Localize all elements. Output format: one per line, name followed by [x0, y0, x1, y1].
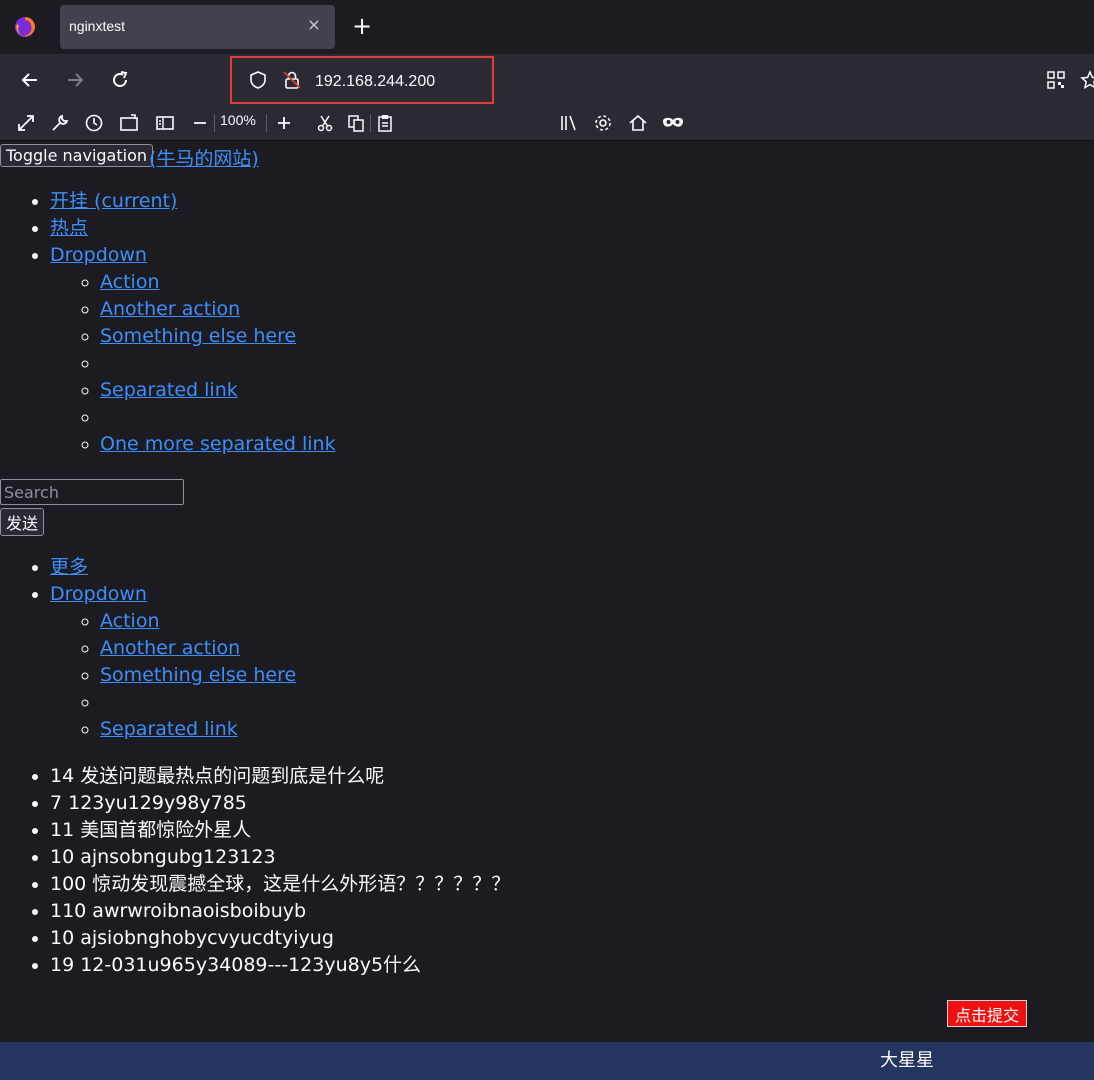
screenshot-icon[interactable] [118, 112, 140, 134]
dropdown-link-something-else[interactable]: Something else here [100, 664, 296, 686]
url-bar[interactable]: 192.168.244.200 [230, 56, 494, 104]
dropdown-link-something-else[interactable]: Something else here [100, 325, 296, 347]
new-tab-button[interactable]: + [350, 14, 374, 38]
brand-link[interactable]: (牛马的网站) [149, 144, 259, 171]
toolbar-separator [214, 114, 215, 132]
firefox-logo-icon[interactable] [14, 16, 36, 38]
dropdown-link-action[interactable]: Action [100, 271, 160, 293]
list-item: 19 12-031u965y34089---123yu8y5什么 [50, 952, 510, 979]
back-button[interactable] [18, 68, 42, 92]
footer: 大星星 [0, 1042, 1094, 1080]
shield-icon[interactable] [248, 70, 268, 90]
dropdown-item: Action [100, 269, 336, 296]
dropdown-link-separated[interactable]: Separated link [100, 379, 238, 401]
toolbar-separator [266, 114, 267, 132]
dropdown-divider [100, 689, 296, 716]
list-item: 14 发送问题最热点的问题到底是什么呢 [50, 763, 510, 790]
dropdown-link-one-more-separated[interactable]: One more separated link [100, 433, 336, 455]
nav-link-dropdown[interactable]: Dropdown [50, 244, 147, 266]
tab-title: nginxtest [69, 18, 126, 34]
tab-bar: nginxtest × + [0, 0, 1094, 54]
list-item: 10 ajnsobngubg123123 [50, 844, 510, 871]
dropdown-container: Action Another action Something else her… [50, 269, 336, 458]
nav-link-more[interactable]: 更多 [50, 556, 88, 578]
settings-gear-icon[interactable] [592, 112, 614, 134]
nav-link-current[interactable]: 开挂 (current) [50, 190, 177, 212]
list-item: 7 123yu129y98y785 [50, 790, 510, 817]
dropdown-divider [100, 350, 336, 377]
primary-nav-list: 开挂 (current) 热点 Dropdown Action Another … [0, 188, 336, 458]
list-item: 110 awrwroibnaoisboibuyb [50, 898, 510, 925]
dropdown-menu: Action Another action Something else her… [50, 269, 336, 458]
bookmark-star-icon[interactable] [1078, 68, 1094, 92]
fullscreen-icon[interactable] [15, 112, 37, 134]
close-tab-icon[interactable]: × [305, 16, 323, 34]
reload-button[interactable] [108, 68, 132, 92]
dropdown-divider [100, 404, 336, 431]
history-clock-icon[interactable] [83, 112, 105, 134]
copy-icon[interactable] [345, 112, 367, 134]
library-icon[interactable] [558, 112, 580, 134]
url-text[interactable]: 192.168.244.200 [315, 73, 435, 91]
paste-icon[interactable] [374, 112, 396, 134]
nav-item-more: 更多 [50, 554, 296, 581]
dropdown-link-another-action[interactable]: Another action [100, 637, 240, 659]
sidebar-icon[interactable] [154, 112, 176, 134]
zoom-in-icon[interactable] [273, 112, 295, 134]
dropdown-item: Separated link [100, 716, 296, 743]
dropdown-item: Another action [100, 296, 336, 323]
private-browsing-mask-icon[interactable] [662, 112, 684, 134]
zoom-out-icon[interactable] [189, 112, 211, 134]
reload-icon [113, 71, 128, 87]
cut-icon[interactable] [314, 112, 336, 134]
navigation-toolbar [0, 54, 1094, 106]
dropdown-menu: Action Another action Something else her… [50, 608, 296, 743]
tab-nginxtest[interactable]: nginxtest × [60, 5, 335, 49]
dropdown-link-action[interactable]: Action [100, 610, 160, 632]
dropdown-item: Something else here [100, 323, 336, 350]
nav-item-hot: 热点 [50, 215, 336, 242]
nav-item-current: 开挂 (current) [50, 188, 336, 215]
dropdown-item: Another action [100, 635, 296, 662]
insecure-lock-icon[interactable] [282, 70, 302, 90]
extension-toolbar: 100% [0, 106, 1094, 141]
dropdown-container: Action Another action Something else her… [50, 608, 296, 743]
wrench-icon[interactable] [49, 112, 71, 134]
dropdown-link-another-action[interactable]: Another action [100, 298, 240, 320]
nav-item-dropdown: Dropdown [50, 581, 296, 608]
toolbar-separator [370, 114, 371, 132]
home-icon[interactable] [627, 112, 649, 134]
zoom-level[interactable]: 100% [220, 112, 256, 128]
send-button[interactable]: 发送 [0, 508, 45, 536]
page-content: Toggle navigation (牛马的网站) 开挂 (current) 热… [0, 141, 1094, 1041]
dropdown-item: Action [100, 608, 296, 635]
dropdown-item: Separated link [100, 377, 336, 404]
list-item: 10 ajsiobnghobycvyucdtyiyug [50, 925, 510, 952]
nav-link-dropdown[interactable]: Dropdown [50, 583, 147, 605]
dropdown-link-separated[interactable]: Separated link [100, 718, 238, 740]
list-item: 11 美国首都惊险外星人 [50, 817, 510, 844]
nav-item-dropdown: Dropdown [50, 242, 336, 269]
search-input[interactable] [0, 479, 184, 505]
hot-topics-list: 14 发送问题最热点的问题到底是什么呢 7 123yu129y98y785 11… [0, 763, 510, 979]
secondary-nav-list: 更多 Dropdown Action Another action Someth… [0, 554, 296, 743]
arrow-left-icon [21, 73, 37, 87]
toggle-navigation-button[interactable]: Toggle navigation [0, 144, 153, 167]
submit-button[interactable]: 点击提交 [947, 1000, 1027, 1027]
arrow-right-icon [68, 73, 84, 87]
qr-code-icon[interactable] [1044, 68, 1068, 92]
dropdown-item: One more separated link [100, 431, 336, 458]
nav-link-hot[interactable]: 热点 [50, 217, 88, 239]
list-item: 100 惊动发现震撼全球，这是什么外形语？？？？？？ [50, 871, 510, 898]
forward-button[interactable] [63, 68, 87, 92]
footer-text: 大星星 [880, 1050, 934, 1071]
dropdown-item: Something else here [100, 662, 296, 689]
